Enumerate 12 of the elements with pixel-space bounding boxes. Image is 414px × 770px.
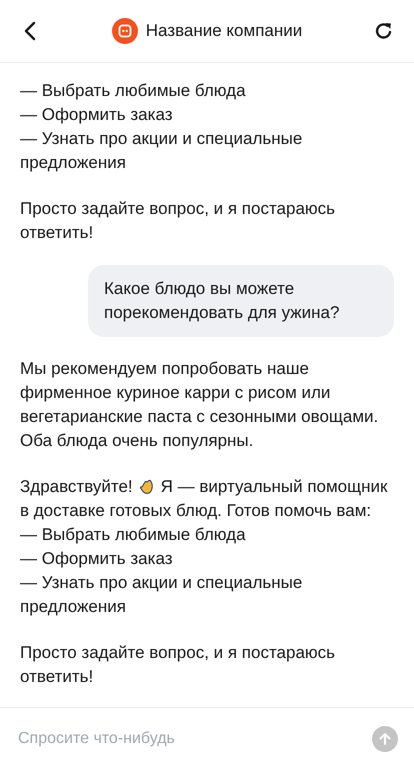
message-text: Просто задайте вопрос, и я постараюсь ответить! [20, 642, 336, 688]
arrow-up-icon [378, 732, 392, 746]
message-text: Здравствуйте! [20, 476, 133, 498]
user-message-bubble: Какое блюдо вы можете порекомендовать для ужина? [88, 265, 394, 337]
message-text: — Выбрать любимые блюда — Оформить заказ — Узнать про акции и специальные предложения [20, 80, 304, 174]
company-title: Название компании [146, 21, 302, 41]
message-text: Я — виртуальный помощник [160, 476, 388, 498]
message-text: Мы рекомендуем попробовать наше фирменное куриное карри с рисом или вегетарианские паста с сезонными овощами. Оба блюда очень популярны. [20, 358, 380, 452]
message-text: в доставке готовых блюд. Готов помочь вам: — Выбрать любимые блюда — Оформить заказ — Узнать про акции и специальные предложения [20, 500, 372, 618]
waving-hand-icon [138, 478, 156, 496]
chat-bot-logo-icon [112, 18, 138, 44]
message-text: Просто задайте вопрос, и я постараюсь ответить! [20, 198, 336, 244]
